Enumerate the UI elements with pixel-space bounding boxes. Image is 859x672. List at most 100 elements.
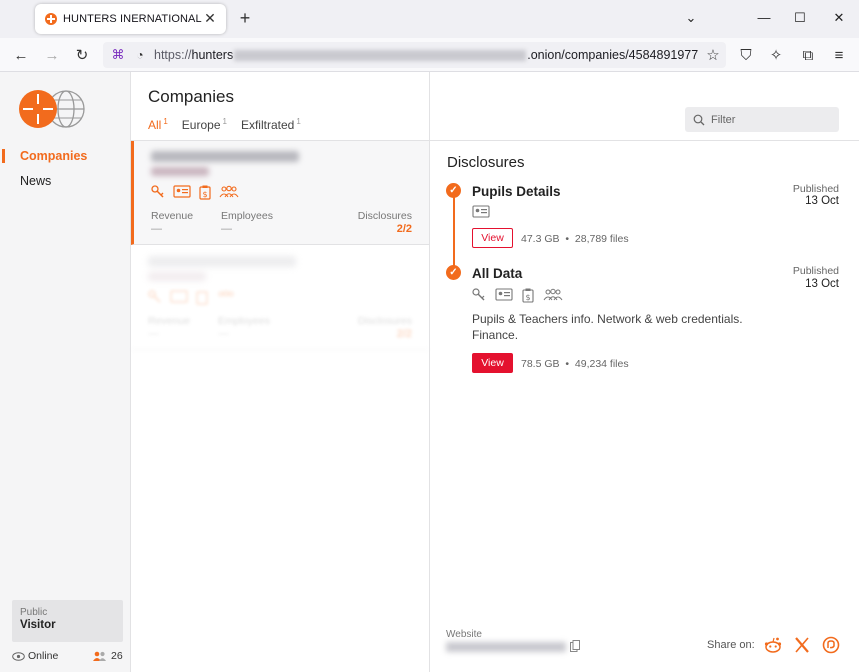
website-label: Website: [446, 629, 482, 640]
employees-label: Employees: [218, 315, 270, 327]
disclosure-title: All Data: [472, 266, 523, 281]
published-date: 13 Oct: [805, 278, 839, 290]
data-type-icons: $: [151, 185, 239, 200]
close-window-button[interactable]: ✕: [828, 8, 850, 28]
back-icon[interactable]: ←: [10, 44, 32, 66]
x-twitter-icon[interactable]: [793, 636, 811, 654]
id-card-icon: [173, 185, 191, 198]
visitor-box[interactable]: Public Visitor: [12, 600, 123, 642]
page-title: Companies: [148, 87, 234, 106]
maximize-button[interactable]: ☐: [789, 8, 811, 28]
page: Companies News Public Visitor Online 26 …: [0, 72, 859, 672]
company-card[interactable]: Revenue — Employees — Disclosures 2/2: [131, 246, 429, 350]
users-icon: [93, 651, 106, 661]
revenue-value: —: [151, 223, 162, 235]
sidebar-item-companies[interactable]: Companies: [20, 149, 87, 163]
site-favicon-icon: [45, 13, 57, 25]
visitor-name: Visitor: [20, 619, 56, 631]
sidebar-item-news[interactable]: News: [20, 174, 51, 188]
menu-icon[interactable]: ≡: [828, 44, 850, 66]
disclosure-data-icons: $: [472, 288, 563, 303]
key-icon: [148, 290, 161, 303]
close-tab-icon[interactable]: ✕: [202, 10, 218, 26]
active-indicator: [2, 149, 5, 163]
check-icon: ✓: [446, 183, 461, 198]
id-card-icon: [472, 205, 490, 218]
company-location-redacted: [151, 167, 209, 176]
key-icon: [151, 185, 164, 198]
published-date: 13 Oct: [805, 195, 839, 207]
tab-exfiltrated[interactable]: Exfiltrated 1: [241, 117, 301, 132]
online-label: Online: [28, 650, 59, 662]
tab-all[interactable]: All 1: [148, 117, 168, 132]
browser-tabbar: HUNTERS INERNATIONAL ✕ + ⌄ — ☐ ✕: [0, 0, 859, 38]
share-label: Share on:: [707, 639, 755, 651]
data-type-icons: [148, 290, 236, 305]
online-status: Online: [12, 650, 58, 662]
mastodon-icon[interactable]: [822, 636, 840, 654]
company-card[interactable]: $ Revenue — Employees — Disclosures 2/2: [131, 141, 429, 245]
eye-icon: [12, 651, 25, 661]
extensions-icon[interactable]: ⧉: [797, 44, 819, 66]
svg-text:$: $: [525, 293, 530, 302]
reload-icon[interactable]: ↻: [71, 44, 93, 66]
key-icon: [472, 288, 485, 301]
tab-list-chevron-icon[interactable]: ⌄: [680, 8, 702, 28]
disclosure-size: 78.5 GB • 49,234 files: [521, 358, 629, 370]
filter-tabs: All 1 Europe 1 Exfiltrated 1: [148, 117, 315, 132]
sidebar: Companies News Public Visitor Online 26: [0, 72, 131, 672]
disclosure-size: 47.3 GB • 28,789 files: [521, 233, 629, 245]
tab-title: HUNTERS INERNATIONAL: [63, 13, 202, 25]
browser-tab[interactable]: HUNTERS INERNATIONAL ✕: [35, 4, 226, 34]
site-info-icon[interactable]: ◔: [129, 44, 151, 66]
finance-document-icon: $: [522, 288, 534, 303]
revenue-value: —: [148, 328, 159, 340]
shield-icon[interactable]: ⛉: [735, 44, 757, 66]
check-icon: ✓: [446, 265, 461, 280]
revenue-label: Revenue: [151, 210, 194, 222]
address-bar[interactable]: ⌘ ◔ https://hunters .onion/companies/4584…: [103, 42, 726, 68]
employees-value: —: [221, 223, 232, 235]
company-name-redacted: [151, 151, 299, 162]
filter-input[interactable]: Filter: [685, 107, 839, 132]
company-location-redacted: [148, 272, 206, 281]
id-card-icon: [170, 290, 188, 303]
people-group-icon: [543, 288, 563, 301]
disclosure-data-icons: [472, 205, 490, 218]
user-count-value: 26: [111, 650, 123, 662]
filter-placeholder: Filter: [711, 113, 736, 126]
disclosures-label: Disclosures: [357, 210, 412, 222]
new-identity-icon[interactable]: ✧: [765, 44, 787, 66]
people-group-icon: [219, 185, 239, 198]
bookmark-star-icon[interactable]: ☆: [702, 44, 724, 66]
disclosures-title: Disclosures: [447, 154, 525, 171]
svg-text:$: $: [202, 190, 207, 199]
view-button[interactable]: View: [472, 228, 513, 248]
disclosures-value: 2/2: [396, 328, 412, 340]
visitor-type-label: Public: [20, 607, 48, 618]
finance-document-icon: [196, 291, 208, 305]
published-label: Published: [792, 265, 839, 277]
copy-icon[interactable]: [570, 640, 580, 652]
disclosure-title: Pupils Details: [472, 184, 561, 199]
employees-label: Employees: [221, 210, 273, 222]
reddit-icon[interactable]: [764, 636, 782, 654]
minimize-button[interactable]: —: [753, 8, 775, 28]
browser-navbar: ← → ↻ ⌘ ◔ https://hunters .onion/companie…: [0, 38, 859, 72]
hunters-logo[interactable]: [19, 88, 87, 130]
forward-icon[interactable]: →: [41, 44, 63, 66]
people-group-icon: [218, 290, 234, 297]
onion-circuit-icon[interactable]: ⌘: [107, 44, 129, 66]
published-label: Published: [792, 183, 839, 195]
tab-europe[interactable]: Europe 1: [182, 117, 227, 132]
search-icon: [693, 114, 705, 125]
disclosures-value: 2/2: [396, 223, 412, 235]
revenue-label: Revenue: [148, 315, 191, 327]
employees-value: —: [218, 328, 229, 340]
disclosure-description: Pupils & Teachers info. Network & web cr…: [472, 312, 743, 342]
url-text: https://hunters .onion/companies/45848919…: [154, 48, 699, 62]
timeline-line: [453, 192, 455, 270]
new-tab-button[interactable]: +: [236, 8, 254, 28]
website-value-redacted[interactable]: [446, 642, 566, 652]
view-button[interactable]: View: [472, 353, 513, 373]
